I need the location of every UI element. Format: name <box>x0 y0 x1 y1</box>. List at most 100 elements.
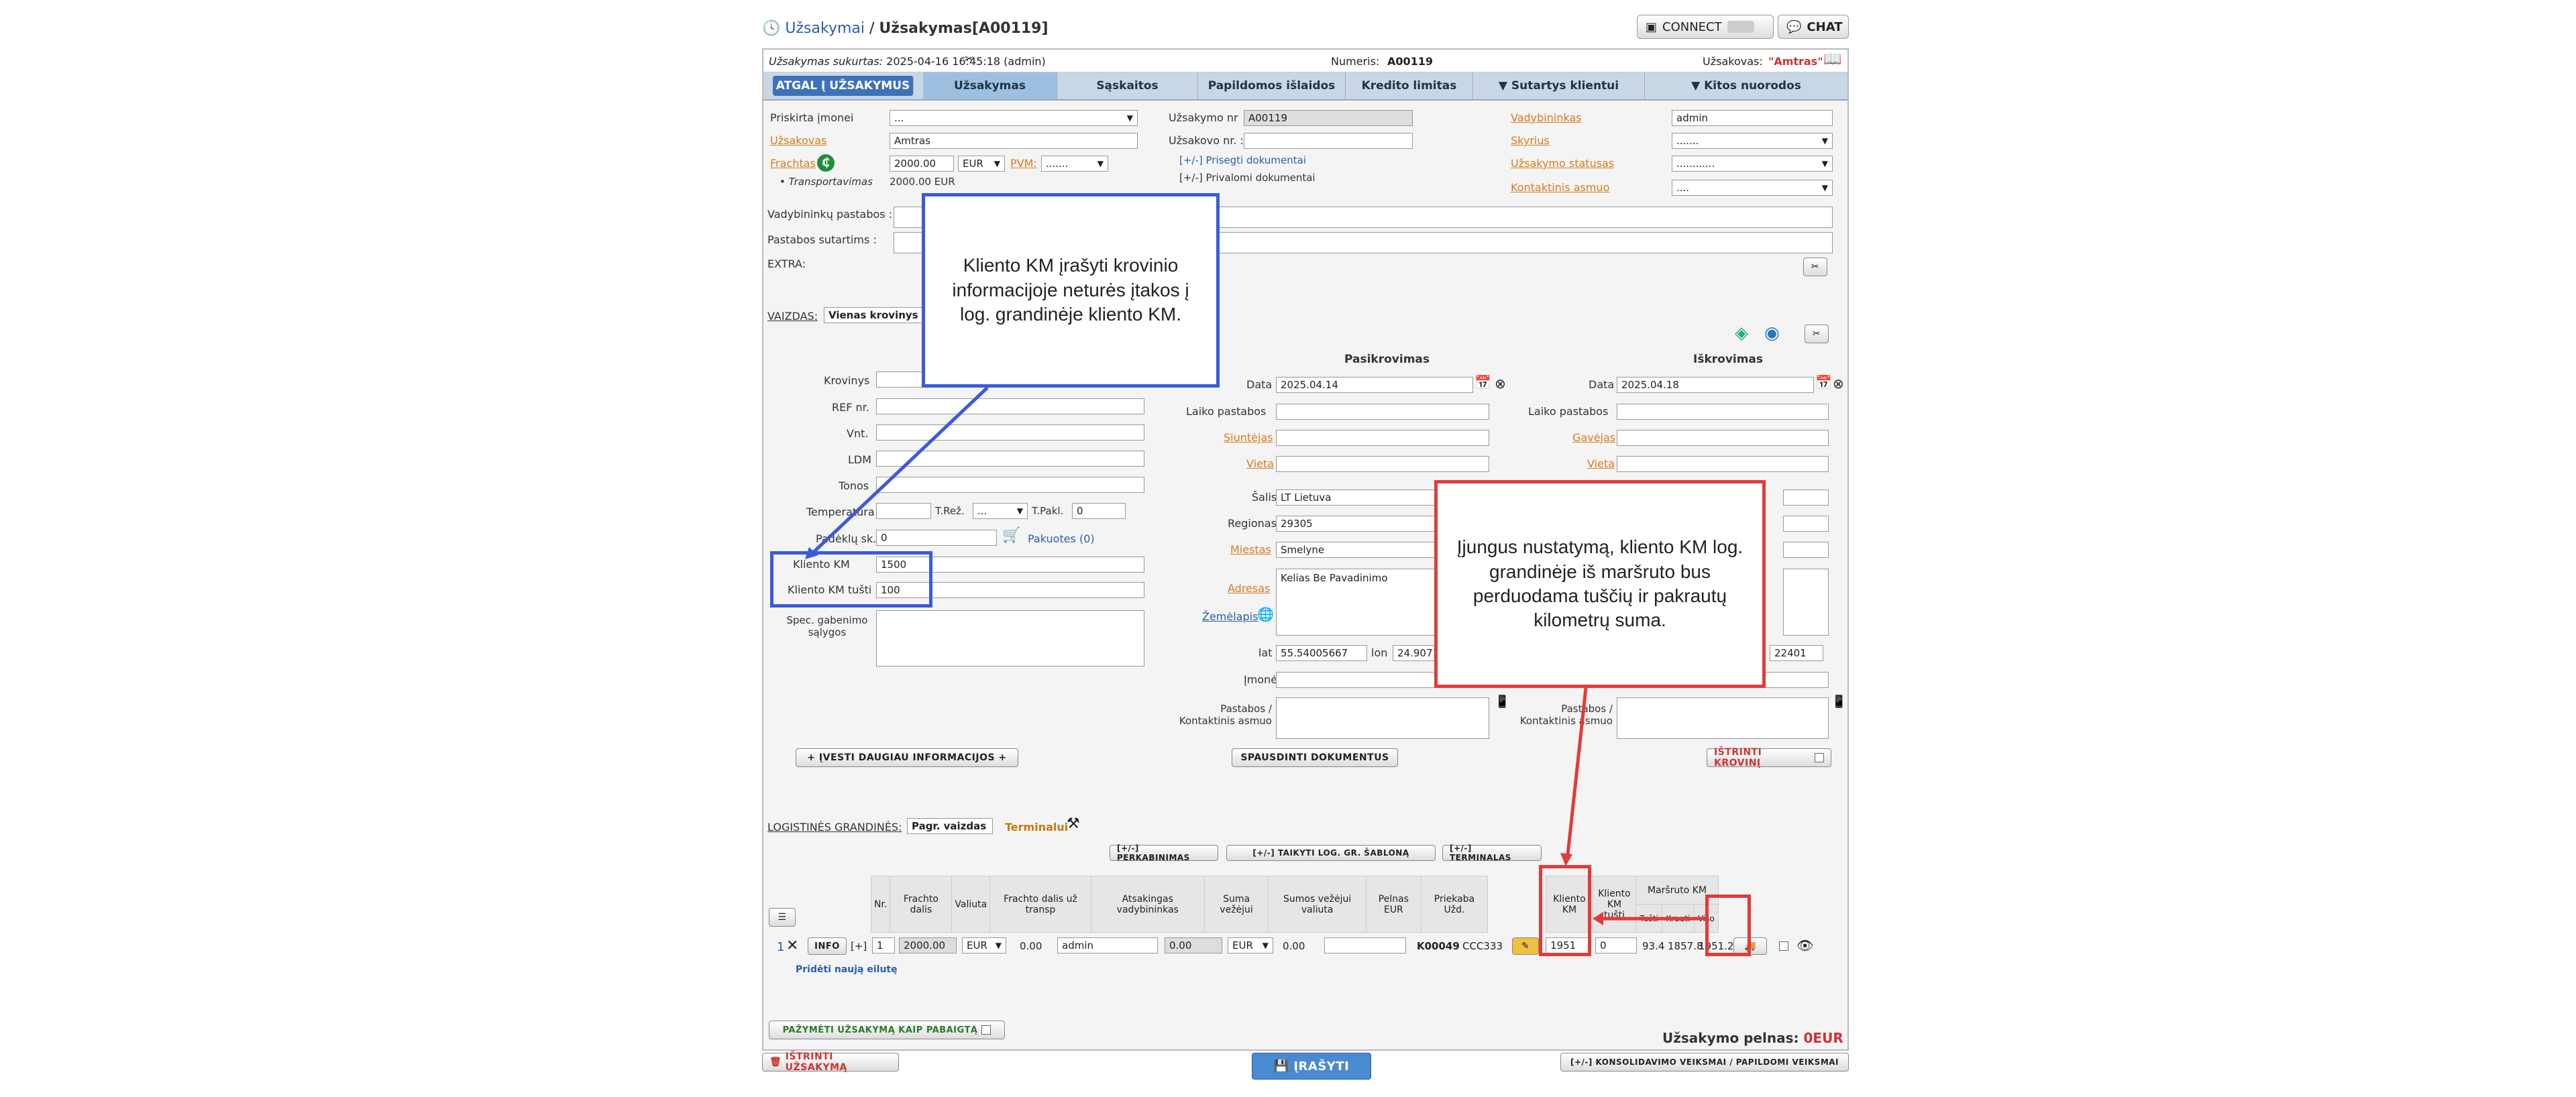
customer-input[interactable]: Amtras <box>890 133 1138 149</box>
mark-done-button[interactable]: PAŽYMĖTI UŽSAKYMĄ KAIP PABAIGTĄ <box>769 1021 1005 1039</box>
unloading-city-input[interactable] <box>1783 542 1829 558</box>
chat-button[interactable]: 💬 CHAT <box>1778 15 1849 39</box>
layers-icon[interactable]: ◈ <box>1735 323 1748 343</box>
unloading-notes-textarea[interactable] <box>1617 697 1829 739</box>
mark-done-checkbox[interactable] <box>981 1025 991 1035</box>
unloading-region-input[interactable] <box>1783 516 1829 532</box>
add-link[interactable]: [+] <box>851 940 867 952</box>
globe-icon[interactable]: 🌐 <box>1257 606 1274 622</box>
status-select[interactable]: ............ ▼ <box>1672 156 1833 172</box>
customer-field-label[interactable]: Užsakovas <box>770 134 826 147</box>
delete-cargo-checkbox[interactable] <box>1815 753 1824 762</box>
loading-date-input[interactable]: 2025.04.14 <box>1276 377 1473 393</box>
unloading-date-input[interactable]: 2025.04.18 <box>1617 377 1814 393</box>
view-select[interactable]: Vienas krovinys <box>824 307 931 323</box>
more-info-button[interactable]: + ĮVESTI DAUGIAU INFORMACIJOS + <box>796 748 1018 767</box>
delete-cargo-button[interactable]: IŠTRINTI KROVINĮ <box>1707 747 1831 768</box>
terminals-link[interactable]: Terminalui <box>1005 821 1068 833</box>
ldm-input[interactable] <box>876 451 1144 467</box>
menu-icon[interactable]: ☰ <box>769 908 796 927</box>
trailer-input[interactable] <box>1324 937 1406 954</box>
clear-icon[interactable]: ⊗ <box>1833 376 1844 392</box>
tools-icon[interactable]: ⚒ <box>1067 815 1080 832</box>
calendar-icon[interactable]: 📅 <box>1474 374 1491 390</box>
receiver-input[interactable] <box>1617 430 1829 446</box>
add-row-link[interactable]: Pridėti naują eilutę <box>796 964 898 975</box>
terminal-button[interactable]: [+/-] TERMINALAS <box>1442 844 1542 862</box>
manager-input[interactable]: admin <box>1672 110 1833 126</box>
freight-label[interactable]: Frachtas <box>770 157 816 170</box>
table-row[interactable]: 1 ✕ INFO [+] 1 2000.00 EUR ▼ 0.00 admin 0… <box>767 935 1841 959</box>
status-label[interactable]: Užsakymo statusas <box>1511 157 1614 170</box>
back-to-orders-button[interactable]: ATGAL Į UŽSAKYMUS <box>773 76 914 96</box>
packages-link[interactable]: Pakuotes (0) <box>1028 532 1095 545</box>
loading-notes-textarea[interactable] <box>1276 697 1489 739</box>
settings-icon[interactable]: ✂ <box>1805 325 1829 343</box>
special-conditions-textarea[interactable] <box>876 610 1144 667</box>
tools-icon[interactable]: ✂ <box>965 52 973 65</box>
close-icon[interactable]: ✕ <box>786 937 798 954</box>
manager-row-input[interactable]: admin <box>1057 937 1158 954</box>
nr-input[interactable]: 1 <box>872 937 895 954</box>
dept-select[interactable]: ....... ▼ <box>1672 133 1833 149</box>
edit-icon[interactable]: ✎ <box>1512 937 1539 955</box>
delete-order-button[interactable]: 🗑 IŠTRINTI UŽSAKYMĄ <box>762 1051 899 1073</box>
sender-label[interactable]: Siuntėjas <box>1224 431 1273 444</box>
contact-label[interactable]: Kontaktinis asmuo <box>1511 181 1609 194</box>
customer-order-input[interactable] <box>1244 133 1413 149</box>
map-link[interactable]: Žemėlapis <box>1202 610 1258 623</box>
breadcrumb-orders-link[interactable]: Užsakymai <box>785 20 865 37</box>
clear-icon[interactable]: ⊗ <box>1495 376 1506 392</box>
wrench-icon[interactable]: ✂ <box>1803 257 1827 276</box>
currency-select[interactable]: EUR ▼ <box>958 156 1005 172</box>
info-button[interactable]: INFO <box>808 937 847 955</box>
carrier-code[interactable]: K00049 <box>1417 940 1460 952</box>
unloading-lon-input[interactable]: 22401 <box>1770 645 1823 661</box>
chain-view-select[interactable]: Pagr. vaizdas <box>907 818 993 834</box>
pallets-input[interactable]: 0 <box>876 530 997 546</box>
pallet-icon[interactable]: 🛒 <box>1002 527 1020 544</box>
vat-label[interactable]: PVM: <box>1010 157 1037 170</box>
tab-credit-limit[interactable]: Kredito limitas <box>1346 72 1473 99</box>
attached-docs-link[interactable]: [+/-] Prisegti dokumentai <box>1179 154 1306 166</box>
unloading-place-input[interactable] <box>1617 456 1829 472</box>
tons-input[interactable] <box>876 477 1144 493</box>
tab-order[interactable]: Užsakymas <box>923 72 1057 99</box>
receiver-label[interactable]: Gavėjas <box>1572 431 1615 444</box>
consolidation-button[interactable]: [+/-] KONSOLIDAVIMO VEIKSMAI / PAPILDOMI… <box>1560 1053 1849 1072</box>
row-currency-select[interactable]: EUR ▼ <box>962 937 1006 954</box>
loading-place-input[interactable] <box>1276 456 1489 472</box>
freight-input[interactable]: 2000.00 <box>890 156 954 172</box>
calendar-icon[interactable]: 📅 <box>1815 374 1832 390</box>
tab-extra-costs[interactable]: Papildomos išlaidos <box>1198 72 1346 99</box>
unloading-address-textarea[interactable] <box>1783 569 1829 636</box>
ref-input[interactable] <box>876 398 1144 414</box>
eye-icon[interactable]: 👁 <box>1796 937 1813 954</box>
view-label[interactable]: VAIZDAS: <box>767 310 818 323</box>
print-documents-button[interactable]: SPAUSDINTI DOKUMENTUS <box>1232 748 1398 767</box>
tab-other-links[interactable]: ▼ Kitos nuorodos <box>1645 72 1847 99</box>
dept-label[interactable]: Skyrius <box>1511 134 1550 147</box>
phone-icon[interactable]: 📱 <box>1495 695 1509 709</box>
city-label[interactable]: Miestas <box>1230 543 1271 556</box>
freight-part-input[interactable]: 2000.00 <box>899 937 957 954</box>
row-checkbox[interactable] <box>1779 941 1788 951</box>
loading-time-notes-input[interactable] <box>1276 404 1489 420</box>
currency-convert-icon[interactable]: ₵ <box>817 154 835 172</box>
tab-invoices[interactable]: Sąskaitos <box>1057 72 1198 99</box>
toggle-switch[interactable] <box>1727 21 1754 33</box>
contact-select[interactable]: .... ▼ <box>1672 180 1833 196</box>
unloading-country-input[interactable] <box>1783 489 1829 506</box>
connect-toggle[interactable]: ▣ CONNECT <box>1637 15 1774 39</box>
carrier-currency-select[interactable]: EUR ▼ <box>1228 937 1273 954</box>
vat-select[interactable]: ....... ▼ <box>1041 156 1108 172</box>
address-label[interactable]: Adresas <box>1228 582 1270 595</box>
save-button[interactable]: 💾 ĮRAŠYTI <box>1252 1053 1371 1080</box>
apply-template-button[interactable]: [+/-] TAIKYTI LOG. GR. ŠABLONĄ <box>1226 845 1436 861</box>
ship-icon[interactable]: ◉ <box>1764 323 1780 343</box>
tab-contracts[interactable]: ▼ Sutartys klientui <box>1473 72 1645 99</box>
units-input[interactable] <box>876 424 1144 441</box>
loading-place-label[interactable]: Vieta <box>1246 457 1274 470</box>
company-select[interactable]: ... ▼ <box>890 110 1138 126</box>
unloading-place-label[interactable]: Vieta <box>1587 457 1615 470</box>
